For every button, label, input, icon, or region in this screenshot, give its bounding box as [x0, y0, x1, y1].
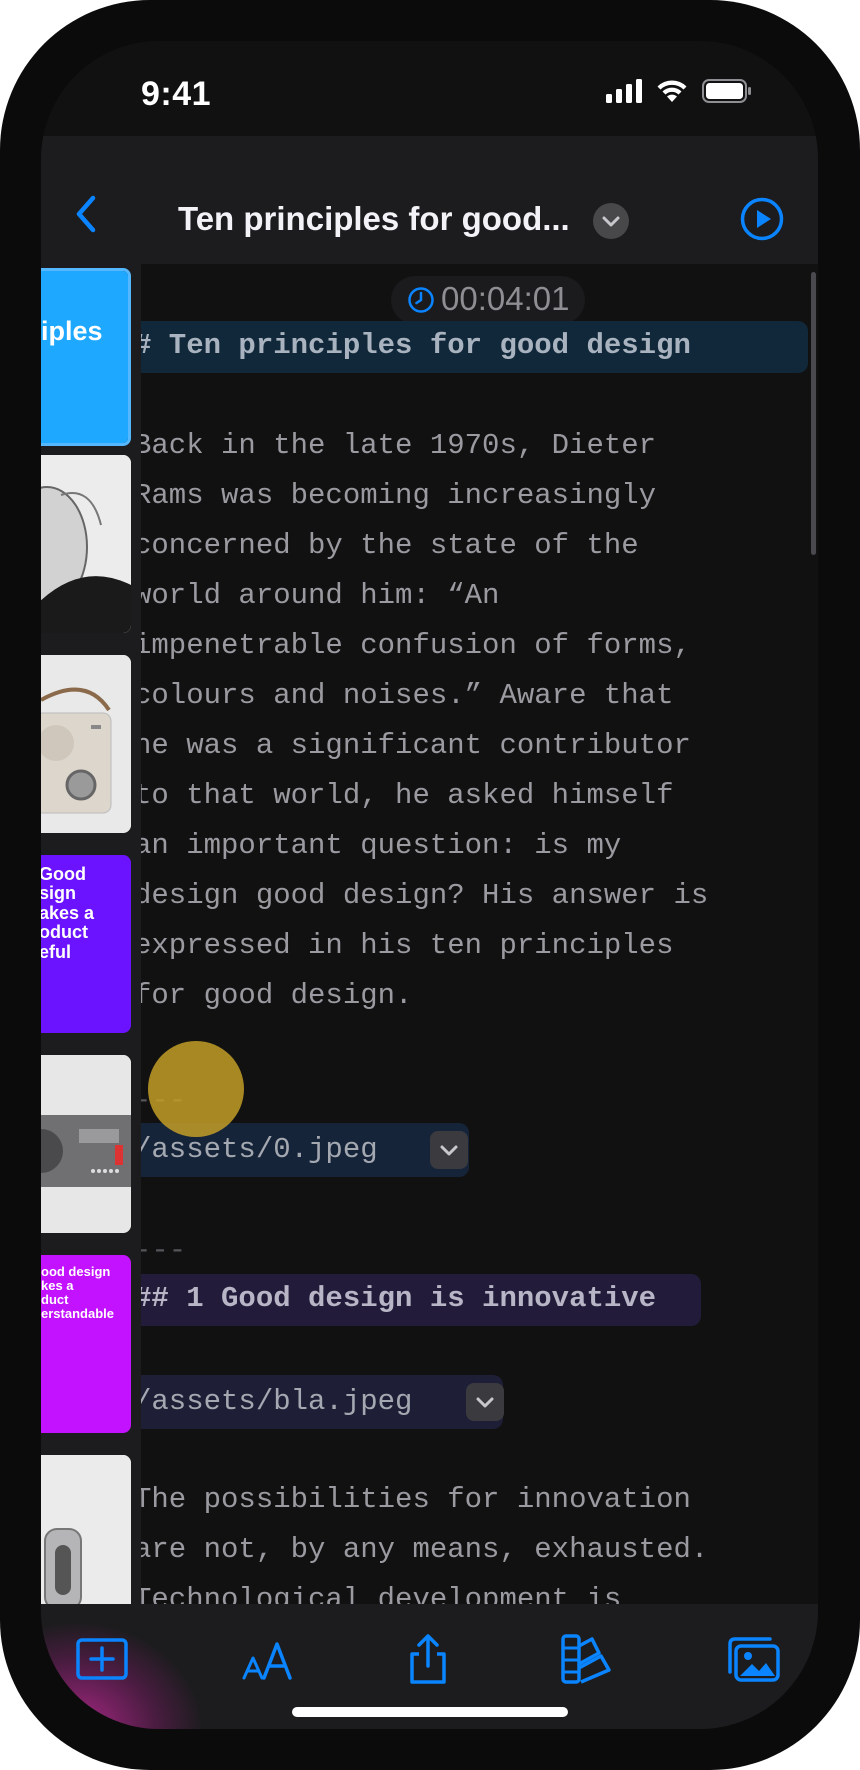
editor-scrollbar[interactable] [811, 272, 816, 555]
play-circle-icon [740, 197, 784, 241]
status-icons [606, 79, 752, 103]
slide-title-text: iples [41, 316, 103, 346]
image-chip-2-menu[interactable] [466, 1383, 504, 1421]
cellular-signal-icon [606, 79, 642, 103]
slide-thumbnail-understandable[interactable]: ood design kes a duct erstandable [41, 1255, 131, 1433]
add-slide-button[interactable] [74, 1634, 130, 1686]
radio-device-image-icon [41, 655, 131, 833]
heading1-text: # Ten principles for good design [141, 329, 691, 362]
chevron-down-icon [476, 1397, 494, 1408]
paragraph-line: design good design? His answer is [141, 879, 709, 912]
paragraph-line: for good design. [141, 979, 413, 1012]
clock-icon [408, 287, 434, 313]
paragraph-line: he was a significant contributor [141, 729, 691, 762]
paragraph-line: colours and noises.” Aware that [141, 679, 674, 712]
paragraph-line: Technological development is [141, 1583, 622, 1604]
image-chip-1-menu[interactable] [430, 1131, 468, 1169]
timer-value: 00:04:01 [441, 280, 570, 317]
slide-thumbnail-shaver[interactable] [41, 1455, 131, 1604]
slide-thumbnail-useful[interactable]: Good sign akes a oduct eful [41, 855, 131, 1033]
play-button[interactable] [740, 197, 784, 241]
portrait-image-icon [41, 455, 131, 633]
media-icon [728, 1637, 780, 1682]
theme-button[interactable] [559, 1634, 615, 1686]
add-slide-icon [76, 1638, 128, 1680]
back-button[interactable] [69, 194, 105, 234]
chevron-down-icon [440, 1145, 458, 1156]
wifi-icon [656, 79, 688, 103]
paragraph-line: to that world, he asked himself [141, 779, 674, 812]
home-indicator[interactable] [292, 1707, 568, 1717]
navigation-bar: Ten principles for good... [41, 136, 818, 265]
slide-thumbnail-portrait[interactable] [41, 455, 131, 633]
status-time: 9:41 [141, 75, 212, 113]
touch-indicator [148, 1041, 244, 1137]
paragraph-line: impenetrable confusion of forms, [141, 629, 691, 662]
media-button[interactable] [726, 1634, 782, 1686]
chevron-left-icon [76, 195, 96, 233]
share-button[interactable] [400, 1634, 456, 1686]
separator-line: --- [141, 1234, 187, 1267]
markdown-editor[interactable]: 00:04:01 # Ten principles for good desig… [141, 264, 818, 1604]
text-size-icon [242, 1642, 292, 1680]
share-icon [410, 1634, 446, 1684]
chevron-down-icon [602, 216, 620, 227]
battery-icon [702, 79, 752, 103]
paragraph-line: an important question: is my [141, 829, 622, 862]
slide-understandable-text: ood design kes a duct erstandable [41, 1264, 114, 1322]
shaver-image-icon [41, 1455, 131, 1604]
slide-thumbnail-receiver[interactable] [41, 1055, 131, 1233]
paragraph-line: Rams was becoming increasingly [141, 479, 657, 512]
paragraph-line: The possibilities for innovation [141, 1483, 691, 1516]
image-path-2: /assets/bla.jpeg [141, 1385, 413, 1418]
paragraph-line: world around him: “An [141, 579, 500, 612]
screen: 9:41 Ten principles for good... iples Go… [41, 41, 818, 1729]
title-menu-button[interactable] [593, 203, 629, 239]
theme-icon [561, 1634, 611, 1684]
paragraph-line: are not, by any means, exhausted. [141, 1533, 709, 1566]
image-path-1: /assets/0.jpeg [141, 1133, 378, 1166]
slide-thumbnail-title[interactable]: iples [41, 268, 131, 446]
slide-thumbnail-radio[interactable] [41, 655, 131, 833]
paragraph-line: expressed in his ten principles [141, 929, 674, 962]
text-size-button[interactable] [240, 1634, 296, 1686]
document-title[interactable]: Ten principles for good... [178, 200, 570, 238]
slide-useful-text: Good sign akes a oduct eful [41, 864, 95, 962]
paragraph-line: Back in the late 1970s, Dieter [141, 429, 657, 462]
slide-thumbnails[interactable]: iples Good sign akes a oduct eful ood de… [41, 264, 141, 1604]
receiver-device-image-icon [41, 1055, 131, 1233]
phone-frame: 9:41 Ten principles for good... iples Go… [0, 0, 860, 1770]
paragraph-line: concerned by the state of the [141, 529, 639, 562]
heading2-text: ## 1 Good design is innovative [141, 1282, 657, 1315]
